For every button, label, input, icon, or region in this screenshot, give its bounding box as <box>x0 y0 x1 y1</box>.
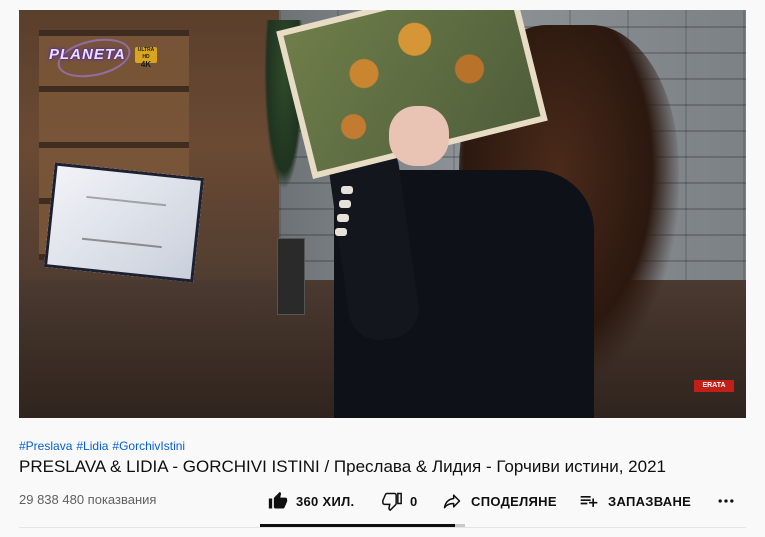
like-count: 360 ХИЛ. <box>296 493 355 509</box>
more-horizontal-icon <box>716 491 736 511</box>
save-button[interactable]: ЗАПАЗВАНЕ <box>578 490 691 512</box>
share-button[interactable]: СПОДЕЛЯНЕ <box>441 490 557 512</box>
thumbs-up-icon <box>268 491 288 511</box>
hashtag-link[interactable]: #Lidia <box>76 439 108 453</box>
playlist-add-icon <box>578 491 600 511</box>
jacket-button <box>341 186 353 194</box>
thumbs-down-icon <box>382 491 402 511</box>
dislike-button[interactable]: 0 <box>382 490 418 512</box>
video-stand <box>277 238 305 315</box>
video-title: PRESLAVA & LIDIA - GORCHIVI ISTINI / Пре… <box>19 457 666 476</box>
hashtag-list: #Preslava #Lidia #GorchivIstini <box>19 439 189 453</box>
share-arrow-icon <box>441 491 463 511</box>
more-actions-button[interactable] <box>716 490 736 512</box>
video-flying-book <box>43 162 205 283</box>
share-label: СПОДЕЛЯНЕ <box>471 493 557 509</box>
save-label: ЗАПАЗВАНЕ <box>608 493 692 509</box>
video-person-hand <box>389 106 449 166</box>
view-count: 29 838 480 показвания <box>19 492 157 507</box>
hashtag-link[interactable]: #GorchivIstini <box>112 439 185 453</box>
channel-watermark-logo: PLANETA ULTRA HD 4K <box>49 32 159 84</box>
dislike-count: 0 <box>410 493 418 509</box>
divider <box>19 527 746 528</box>
video-player[interactable]: PLANETA ULTRA HD 4K ERATA <box>19 10 746 418</box>
jacket-button <box>337 214 349 222</box>
jacket-button <box>335 228 347 236</box>
like-button[interactable]: 360 ХИЛ. <box>268 490 354 512</box>
logo-4k-badge: ULTRA HD 4K <box>135 47 157 69</box>
hashtag-link[interactable]: #Preslava <box>19 439 72 453</box>
video-corner-badge: ERATA <box>694 380 734 392</box>
logo-text: PLANETA <box>49 46 126 63</box>
jacket-button <box>339 200 351 208</box>
